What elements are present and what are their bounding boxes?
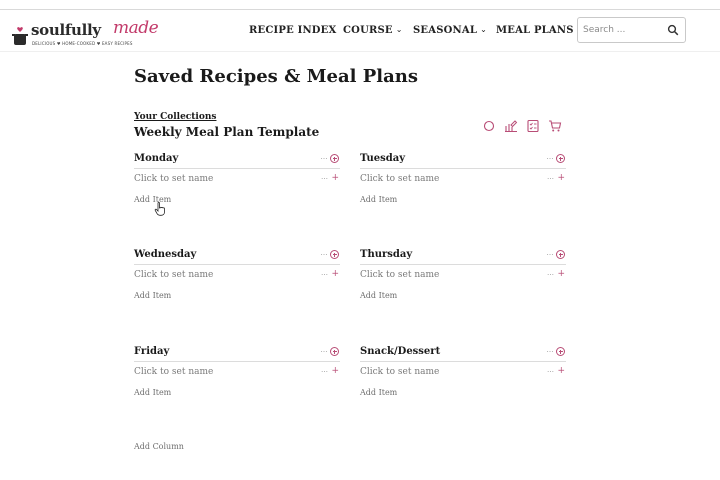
site-header: soulfully made DELICIOUS ♥ HOME-COOKED ♥… — [0, 10, 720, 52]
add-item-button[interactable]: Add Item — [134, 195, 171, 204]
item-name-field[interactable]: Click to set name — [134, 270, 213, 280]
day-column-monday: Monday ⋯ Click to set name ⋯ + Add Item — [134, 153, 340, 223]
more-options-icon[interactable]: ⋯ — [321, 155, 329, 163]
add-column-button[interactable]: Add Column — [134, 442, 184, 451]
meal-plan-title: Weekly Meal Plan Template — [134, 125, 320, 139]
nav-seasonal[interactable]: SEASONAL ⌄ — [413, 10, 487, 50]
chevron-down-icon: ⌄ — [395, 24, 403, 34]
column-header: Friday ⋯ — [134, 346, 340, 362]
more-options-icon[interactable]: ⋯ — [547, 348, 555, 356]
list-item: Click to set name ⋯ + — [360, 173, 566, 188]
search-box — [577, 17, 686, 43]
logo-accent: made — [113, 18, 159, 38]
plus-icon[interactable]: + — [331, 173, 339, 183]
nav-recipe-index[interactable]: RECIPE INDEX — [249, 10, 336, 50]
more-options-icon[interactable]: ⋯ — [547, 271, 554, 279]
more-options-icon[interactable]: ⋯ — [321, 251, 329, 259]
cart-icon[interactable] — [548, 119, 562, 133]
more-options-icon[interactable]: ⋯ — [547, 175, 554, 183]
site-logo[interactable]: soulfully made DELICIOUS ♥ HOME-COOKED ♥… — [12, 18, 159, 50]
list-item: Click to set name ⋯ + — [134, 269, 340, 284]
list-item: Click to set name ⋯ + — [134, 366, 340, 381]
column-header: Wednesday ⋯ — [134, 249, 340, 265]
nav-recipe-index-label: RECIPE INDEX — [249, 24, 337, 36]
day-column-wednesday: Wednesday ⋯ Click to set name ⋯ + Add It… — [134, 249, 340, 319]
chart-edit-icon[interactable] — [504, 119, 518, 133]
list-item: Click to set name ⋯ + — [360, 366, 566, 381]
more-options-icon[interactable]: ⋯ — [547, 155, 555, 163]
item-name-field[interactable]: Click to set name — [360, 270, 439, 280]
nav-seasonal-label: SEASONAL — [413, 24, 478, 36]
logo-tagline: DELICIOUS ♥ HOME-COOKED ♥ EASY RECIPES — [32, 41, 133, 46]
column-title: Thursday — [360, 249, 413, 260]
column-title: Tuesday — [360, 153, 406, 164]
add-circle-icon[interactable] — [330, 154, 339, 163]
item-name-field[interactable]: Click to set name — [360, 174, 439, 184]
plus-icon[interactable]: + — [331, 269, 339, 279]
item-name-field[interactable]: Click to set name — [134, 174, 213, 184]
add-circle-icon[interactable] — [556, 347, 565, 356]
column-title: Snack/Dessert — [360, 346, 441, 357]
search-input[interactable] — [583, 22, 663, 38]
your-collections-link[interactable]: Your Collections — [134, 112, 216, 122]
add-circle-icon[interactable] — [330, 250, 339, 259]
logo-wordmark: soulfully — [31, 21, 101, 39]
nav-course[interactable]: COURSE ⌄ — [343, 10, 403, 50]
meal-plan-toolbar — [480, 119, 566, 133]
add-item-button[interactable]: Add Item — [360, 195, 397, 204]
chevron-down-icon: ⌄ — [480, 24, 487, 34]
add-item-button[interactable]: Add Item — [134, 388, 171, 397]
add-circle-icon[interactable] — [556, 250, 565, 259]
page-title: Saved Recipes & Meal Plans — [134, 66, 418, 87]
column-header: Snack/Dessert ⋯ — [360, 346, 566, 362]
plus-icon[interactable]: + — [557, 173, 565, 183]
column-header: Monday ⋯ — [134, 153, 340, 169]
more-options-icon[interactable]: ⋯ — [547, 251, 555, 259]
nav-meal-plans-label: MEAL PLANS — [496, 24, 574, 36]
add-item-button[interactable]: Add Item — [360, 291, 397, 300]
column-header: Tuesday ⋯ — [360, 153, 566, 169]
item-name-field[interactable]: Click to set name — [134, 367, 213, 377]
column-title: Friday — [134, 346, 170, 357]
more-options-icon[interactable]: ⋯ — [321, 348, 329, 356]
add-item-button[interactable]: Add Item — [134, 291, 171, 300]
column-title: Wednesday — [134, 249, 197, 260]
cooking-pot-icon — [12, 27, 28, 45]
plus-icon[interactable]: + — [557, 269, 565, 279]
day-column-snack-dessert: Snack/Dessert ⋯ Click to set name ⋯ + Ad… — [360, 346, 566, 416]
column-title: Monday — [134, 153, 179, 164]
plus-icon[interactable]: + — [557, 366, 565, 376]
add-item-button[interactable]: Add Item — [360, 388, 397, 397]
item-name-field[interactable]: Click to set name — [360, 367, 439, 377]
column-header: Thursday ⋯ — [360, 249, 566, 265]
circle-icon[interactable] — [482, 119, 496, 133]
day-column-thursday: Thursday ⋯ Click to set name ⋯ + Add Ite… — [360, 249, 566, 319]
search-icon[interactable] — [667, 24, 679, 36]
nav-meal-plans[interactable]: MEAL PLANS — [496, 10, 574, 50]
checklist-icon[interactable] — [526, 119, 540, 133]
more-options-icon[interactable]: ⋯ — [321, 368, 328, 376]
day-column-friday: Friday ⋯ Click to set name ⋯ + Add Item — [134, 346, 340, 416]
list-item: Click to set name ⋯ + — [360, 269, 566, 284]
day-column-tuesday: Tuesday ⋯ Click to set name ⋯ + Add Item — [360, 153, 566, 223]
nav-course-label: COURSE — [343, 24, 393, 36]
add-circle-icon[interactable] — [556, 154, 565, 163]
add-circle-icon[interactable] — [330, 347, 339, 356]
list-item: Click to set name ⋯ + — [134, 173, 340, 188]
plus-icon[interactable]: + — [331, 366, 339, 376]
more-options-icon[interactable]: ⋯ — [321, 175, 328, 183]
more-options-icon[interactable]: ⋯ — [321, 271, 328, 279]
more-options-icon[interactable]: ⋯ — [547, 368, 554, 376]
